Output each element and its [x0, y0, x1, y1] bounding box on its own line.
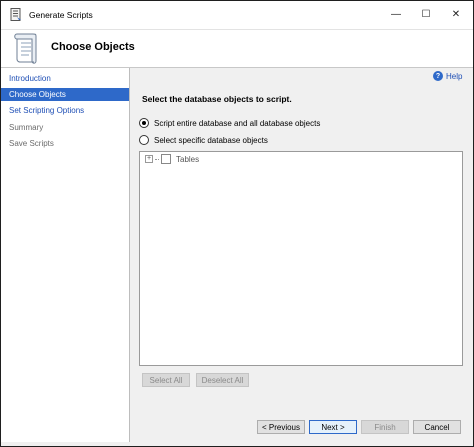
cancel-button[interactable]: Cancel	[413, 420, 461, 434]
next-button[interactable]: Next >	[309, 420, 357, 434]
window-title: Generate Scripts	[29, 10, 93, 20]
tree-item-label: Tables	[176, 154, 200, 164]
option-entire-database-label: Script entire database and all database …	[154, 118, 321, 128]
deselect-all-button[interactable]: Deselect All	[196, 373, 249, 387]
select-all-button[interactable]: Select All	[142, 373, 190, 387]
close-icon: ✕	[451, 8, 461, 20]
radio-specific-objects[interactable]	[139, 135, 149, 145]
object-tree[interactable]: + Tables	[139, 151, 463, 366]
sidebar-item-set-scripting-options[interactable]: Set Scripting Options	[1, 104, 129, 117]
tables-checkbox[interactable]	[161, 154, 171, 164]
sidebar-item-summary: Summary	[9, 123, 44, 132]
script-scroll-icon	[14, 33, 37, 64]
finish-button[interactable]: Finish	[361, 420, 409, 434]
sidebar-item-introduction[interactable]: Introduction	[1, 72, 129, 85]
generate-scripts-window: Generate Scripts — ☐ ✕ Choose Objects In…	[0, 0, 474, 447]
sidebar-item-choose-objects[interactable]: Choose Objects	[1, 88, 129, 101]
help-icon: ?	[433, 71, 443, 81]
page-title: Choose Objects	[51, 41, 135, 53]
option-specific-objects-label: Select specific database objects	[154, 135, 268, 145]
minimize-button[interactable]: —	[383, 5, 409, 23]
help-label: Help	[446, 71, 463, 81]
expand-icon[interactable]: +	[145, 155, 153, 163]
help-link[interactable]: ? Help	[433, 71, 462, 81]
option-specific-objects[interactable]: Select specific database objects	[139, 135, 268, 145]
maximize-button[interactable]: ☐	[413, 5, 439, 23]
previous-button[interactable]: < Previous	[257, 420, 305, 434]
instruction-text: Select the database objects to script.	[142, 94, 292, 104]
minimize-icon: —	[391, 8, 401, 20]
tree-connector	[155, 158, 159, 160]
app-script-icon	[10, 8, 21, 21]
radio-entire-database[interactable]	[139, 118, 149, 128]
tree-item-tables[interactable]: + Tables	[145, 154, 199, 164]
close-button[interactable]: ✕	[443, 5, 469, 23]
wizard-steps-sidebar: Introduction Choose Objects Set Scriptin…	[1, 68, 130, 442]
header-banner: Choose Objects	[1, 30, 473, 68]
option-entire-database[interactable]: Script entire database and all database …	[139, 118, 320, 128]
title-bar[interactable]: Generate Scripts — ☐ ✕	[1, 1, 473, 30]
maximize-icon: ☐	[421, 8, 431, 20]
sidebar-item-save-scripts: Save Scripts	[9, 139, 54, 148]
